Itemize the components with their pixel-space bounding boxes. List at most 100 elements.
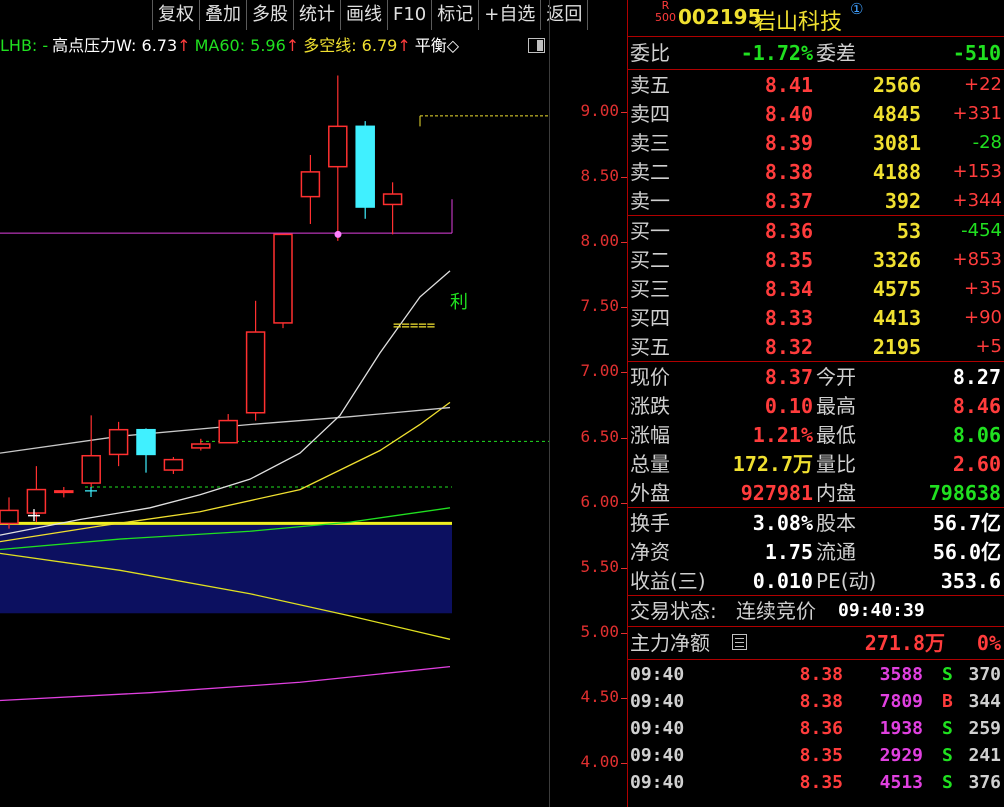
- candle-body: [0, 509, 19, 525]
- tick-volume: 4513: [879, 772, 923, 793]
- stat-label: 今开: [816, 365, 856, 389]
- ask-label: 卖三: [630, 131, 670, 155]
- ask-change: +153: [952, 161, 1002, 182]
- tick-time: 09:40: [630, 718, 685, 739]
- stock-header: R 500 002195 岩山科技 ①: [628, 0, 1004, 35]
- stat-label: 现价: [630, 365, 670, 389]
- status-value: 连续竞价: [736, 599, 816, 623]
- bid-label: 买一: [630, 219, 670, 243]
- ask-price: 8.41: [764, 73, 813, 97]
- candle-body: [355, 125, 375, 208]
- ask-label: 卖二: [630, 160, 670, 184]
- stat-label: 涨幅: [630, 423, 670, 447]
- back-button[interactable]: 返回: [540, 0, 589, 30]
- bid-change: +5: [975, 336, 1002, 357]
- ma60-value: MA60: 5.96: [194, 36, 286, 55]
- tick-price: 8.38: [799, 691, 843, 712]
- stat-row: 现价 8.37 今开 8.27: [628, 363, 1004, 391]
- price-tick-label: 7.50: [580, 296, 619, 316]
- status-time: 09:40:39: [838, 600, 925, 621]
- dk-value: 多空线: 6.79: [303, 36, 398, 55]
- list-icon[interactable]: [732, 634, 747, 650]
- stat-row: 总量 172.7万 量比 2.60: [628, 450, 1004, 478]
- stat-label: 净资: [630, 540, 670, 564]
- bid-change: -454: [961, 220, 1002, 241]
- ask-volume: 2566: [872, 73, 921, 97]
- badge-icon: ①: [850, 0, 864, 18]
- ask-change: +22: [964, 74, 1002, 95]
- ask-label: 卖五: [630, 73, 670, 97]
- lhb-indicator: LHB: -: [0, 36, 49, 55]
- indicator-toggle-icon[interactable]: [528, 38, 545, 53]
- price-tick-label: 8.50: [580, 166, 619, 186]
- tick-price: 8.38: [799, 664, 843, 685]
- tick-price: 8.36: [799, 718, 843, 739]
- mark-button[interactable]: 标记: [431, 0, 478, 30]
- ask-change: -28: [972, 132, 1002, 153]
- ask-change: +331: [952, 103, 1002, 124]
- resist-indicator: 高点压力W: 6.73↑: [52, 36, 190, 55]
- bid-label: 买二: [630, 248, 670, 272]
- stat-value: 0.10: [764, 394, 813, 418]
- candle-body: [136, 428, 156, 456]
- ask-volume: 4845: [872, 102, 921, 126]
- annotation-marks: =====: [393, 318, 436, 334]
- statistics-button[interactable]: 统计: [293, 0, 340, 30]
- stat-label: 最高: [816, 394, 856, 418]
- chart-toolbar: 复权 叠加 多股 统计 画线 F10 标记 +自选 返回: [152, 0, 589, 30]
- dk-indicator: 多空线: 6.79↑: [303, 36, 411, 55]
- price-tick-label: 8.00: [580, 231, 619, 251]
- r-number: 500: [655, 11, 676, 24]
- candlestick-chart[interactable]: [0, 61, 549, 807]
- weibi-value: -1.72%: [740, 41, 813, 65]
- bid-change: +90: [964, 307, 1002, 328]
- tick-time: 09:40: [630, 772, 685, 793]
- candle-body: [108, 428, 129, 456]
- bid-price: 8.36: [764, 219, 813, 243]
- candle-body: [382, 193, 403, 206]
- bid-volume: 4575: [872, 277, 921, 301]
- stock-name: 岩山科技: [754, 10, 843, 35]
- stat-value: 56.7亿: [932, 511, 1001, 535]
- f10-button[interactable]: F10: [387, 0, 431, 30]
- marker-dot: [334, 230, 342, 238]
- stat-value: 172.7万: [732, 452, 813, 476]
- bid-row: 买二 8.35 3326 +853: [628, 246, 1004, 274]
- overlay-button[interactable]: 叠加: [199, 0, 246, 30]
- stock-terminal-window: 复权 叠加 多股 统计 画线 F10 标记 +自选 返回 LHB: - 高点压力W…: [0, 0, 1004, 807]
- trade-status-row: 交易状态: 连续竞价 09:40:39: [628, 597, 1004, 625]
- stat-row: 净资 1.75 流通 56.0亿: [628, 538, 1004, 566]
- stat-value: 8.46: [952, 394, 1001, 418]
- tick-row: 09:40 8.35 2929 S 241: [628, 742, 1004, 770]
- multi-stock-button[interactable]: 多股: [246, 0, 293, 30]
- price-tick-label: 4.50: [580, 686, 619, 706]
- price-tick-label: 6.50: [580, 426, 619, 446]
- bid-row: 买一 8.36 53 -454: [628, 217, 1004, 245]
- main-net-row[interactable]: 主力净额 271.8万 0%: [628, 629, 1004, 657]
- candle-body: [191, 443, 211, 449]
- stat-value: 3.08%: [752, 511, 813, 535]
- tick-price: 8.35: [799, 745, 843, 766]
- stat-value: 2.60: [952, 452, 1001, 476]
- candle-body: [273, 233, 293, 324]
- bid-volume: 3326: [872, 248, 921, 272]
- draw-line-button[interactable]: 画线: [340, 0, 387, 30]
- stat-label: 内盘: [816, 481, 856, 505]
- ask-volume: 392: [884, 189, 921, 213]
- stat-label: 股本: [816, 511, 856, 535]
- ask-price: 8.37: [764, 189, 813, 213]
- ma60-indicator: MA60: 5.96↑: [195, 36, 300, 55]
- restore-rights-button[interactable]: 复权: [152, 0, 199, 30]
- tick-count: 241: [968, 745, 1001, 766]
- ma-short-curve: [0, 270, 451, 536]
- stat-value: 927981: [740, 481, 813, 505]
- stat-value: 8.37: [764, 365, 813, 389]
- stat-value: 56.0亿: [932, 540, 1001, 564]
- candle-body: [245, 331, 266, 414]
- tick-side: S: [942, 745, 953, 766]
- add-watchlist-button[interactable]: +自选: [478, 0, 540, 30]
- weibi-row: 委比 -1.72% 委差 -510: [628, 39, 1004, 67]
- stat-value: 8.27: [952, 365, 1001, 389]
- arrow-up-icon: ↑: [285, 36, 300, 55]
- tick-count: 259: [968, 718, 1001, 739]
